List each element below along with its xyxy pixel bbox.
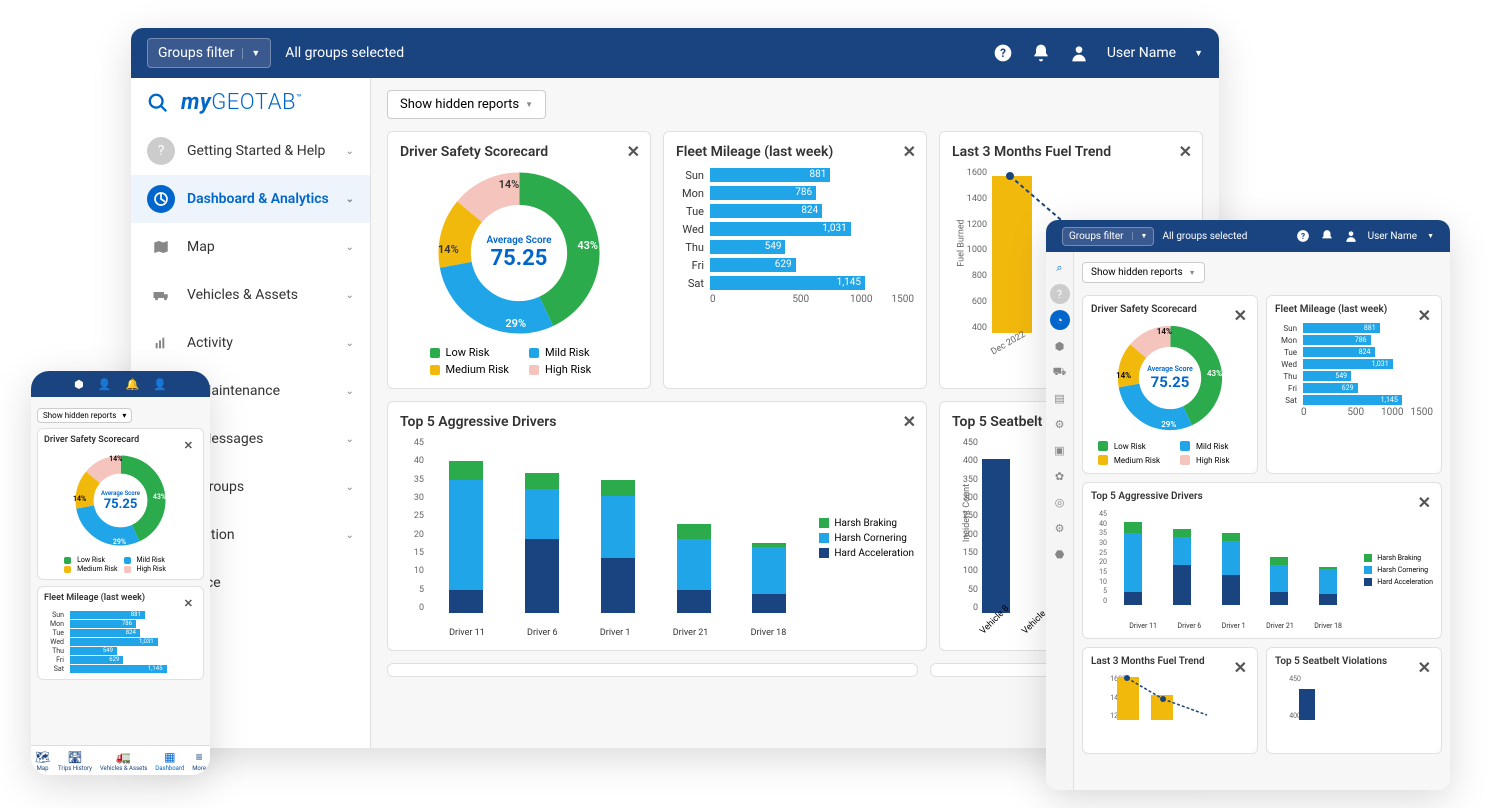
nav-activity[interactable]: Activity⌄ [131,319,370,367]
card-driver-safety: Driver Safety Scorecard ✕ Average Score7… [387,131,651,389]
chevron-down-icon: ⌄ [346,482,354,493]
card-title: Driver Safety Scorecard [400,144,638,160]
nav-getting-started[interactable]: ?Getting Started & Help⌄ [131,127,370,175]
mini-sidebar: ⌕ ? ◔ ⬢ ⛟ ▤ ⚙ ▣ ✿ ◎ ⚙ ⬣ [1046,252,1074,790]
show-hidden-reports-button[interactable]: Show hidden reports ▼ [1082,262,1205,283]
mobile-window: ⬢ 👤 🔔 👤 Show hidden reports ▾ Driver Saf… [31,371,210,775]
close-icon[interactable]: ✕ [184,597,193,610]
card-title: Last 3 Months Fuel Trend [952,144,1190,160]
close-icon[interactable]: ✕ [903,142,916,161]
close-icon[interactable]: ✕ [627,142,640,161]
tab-dashboard[interactable]: ▦Dashboard [155,750,184,772]
user-icon [1344,229,1358,243]
tab-vehicles[interactable]: 🚛Vehicles & Assets [100,750,148,772]
chevron-down-icon: ▼ [525,100,533,109]
org-icon[interactable]: ⬢ [74,378,84,391]
nav-map[interactable]: Map⌄ [131,223,370,271]
card-aggressive-drivers: Top 5 Aggressive Drivers✕ 45403530252015… [1082,482,1442,639]
card-driver-safety: Driver Safety Scorecard✕ Average Score75… [1082,295,1258,474]
close-icon[interactable]: ✕ [1179,142,1192,161]
mobile-topbar: ⬢ 👤 🔔 👤 [31,371,210,397]
donut-legend: Low Risk Mild Risk Medium Risk High Risk [430,346,609,376]
truck-icon[interactable]: ⛟ [1050,362,1070,382]
user-icon[interactable]: 👤 [153,378,167,391]
card-fleet-mileage: Fleet Mileage (last week)✕ Sun881 Mon786… [37,586,204,680]
close-icon[interactable]: ✕ [903,412,916,431]
help-icon[interactable]: ? [993,43,1013,63]
titlebar: Groups filter ▼ All groups selected ? Us… [131,28,1219,78]
card-fleet-mileage: Fleet Mileage (last week) ✕ Sun881 Mon78… [663,131,927,389]
card-fleet-mileage: Fleet Mileage (last week)✕ Sun881 Mon786… [1266,295,1442,474]
settings-icon[interactable]: ⚙ [1050,518,1070,538]
user-icon [1069,43,1089,63]
chevron-down-icon: ⌄ [346,242,354,253]
svg-text:?: ? [1000,46,1006,60]
tab-map[interactable]: 🗺Map [35,750,50,772]
card-fuel-trend: Last 3 Months Fuel Trend✕ 160014001200 [1082,647,1258,754]
nav-vehicles[interactable]: Vehicles & Assets⌄ [131,271,370,319]
camera-icon[interactable]: ▣ [1050,440,1070,460]
logo-row: myGEOTAB™ [131,78,370,127]
card-title: Top 5 Aggressive Drivers [400,414,914,430]
aggressive-chart: 454035302520151050 Driver 11Driver 6Driv… [400,438,914,638]
card-seatbelt: Top 5 Seatbelt Violations✕ 450400 [1266,647,1442,754]
groups-filter-dropdown[interactable]: Groups filter▼ [1062,227,1154,246]
groups-selected-label: All groups selected [285,45,404,61]
shield-icon[interactable]: ⬣ [1050,544,1070,564]
svg-text:?: ? [1301,231,1305,241]
logo: myGEOTAB™ [181,90,302,115]
close-icon[interactable]: ✕ [1234,306,1247,325]
chevron-down-icon: ⌄ [346,146,354,157]
close-icon[interactable]: ✕ [184,439,193,452]
wrench-icon[interactable]: ⚙ [1050,414,1070,434]
chevron-down-icon: ⌄ [346,338,354,349]
chevron-down-icon: ⌄ [346,290,354,301]
y-axis-label: Fuel Burned [957,219,967,266]
chevron-down-icon: ▼ [1194,48,1203,59]
tab-more[interactable]: ≡More [192,750,206,772]
dashboard-icon[interactable]: ◔ [1050,310,1070,330]
tablet-window: Groups filter▼ All groups selected ? Use… [1046,220,1450,790]
tab-trips[interactable]: 🛣Trips History [58,750,92,772]
titlebar: Groups filter▼ All groups selected ? Use… [1046,220,1450,252]
user-icon[interactable]: 👤 [98,378,112,391]
show-hidden-reports-button[interactable]: Show hidden reports ▾ [37,408,132,423]
chevron-down-icon: ⌄ [346,386,354,397]
nav-dashboard[interactable]: Dashboard & Analytics⌄ [131,175,370,223]
bell-icon[interactable] [1031,43,1051,63]
close-icon[interactable]: ✕ [1418,493,1431,512]
chevron-down-icon: ▼ [242,48,260,59]
chevron-down-icon: ⌄ [346,530,354,541]
fleet-mileage-chart: Sun881 Mon786 Tue824 Wed1,031 Thu549 Fri… [676,168,914,305]
help-icon[interactable]: ? [1296,229,1310,243]
compass-icon[interactable]: ◎ [1050,492,1070,512]
search-icon[interactable] [147,92,169,114]
bell-icon[interactable] [1320,229,1334,243]
gear-icon[interactable]: ✿ [1050,466,1070,486]
card-aggressive-drivers: Top 5 Aggressive Drivers ✕ 4540353025201… [387,401,927,651]
groups-filter-label: Groups filter [158,45,234,61]
bell-icon[interactable]: 🔔 [125,378,139,391]
groups-filter-dropdown[interactable]: Groups filter ▼ [147,38,271,68]
help-icon[interactable]: ? [1050,284,1070,304]
show-hidden-reports-button[interactable]: Show hidden reports ▼ [387,90,546,119]
chevron-down-icon: ⌄ [346,194,354,205]
activity-icon[interactable]: ▤ [1050,388,1070,408]
map-icon[interactable]: ⬢ [1050,336,1070,356]
card-driver-safety: Driver Safety Scorecard✕ Average Score75… [37,428,204,580]
chevron-down-icon: ⌄ [346,434,354,445]
search-icon[interactable]: ⌕ [1050,258,1070,278]
card-placeholder [387,663,918,677]
card-title: Fleet Mileage (last week) [676,144,914,160]
donut-chart: Average Score75.25 43% 29% 14% 14% [434,168,604,338]
mobile-bottom-tabs: 🗺Map 🛣Trips History 🚛Vehicles & Assets ▦… [31,745,210,775]
user-name-label[interactable]: User Name [1107,45,1176,61]
